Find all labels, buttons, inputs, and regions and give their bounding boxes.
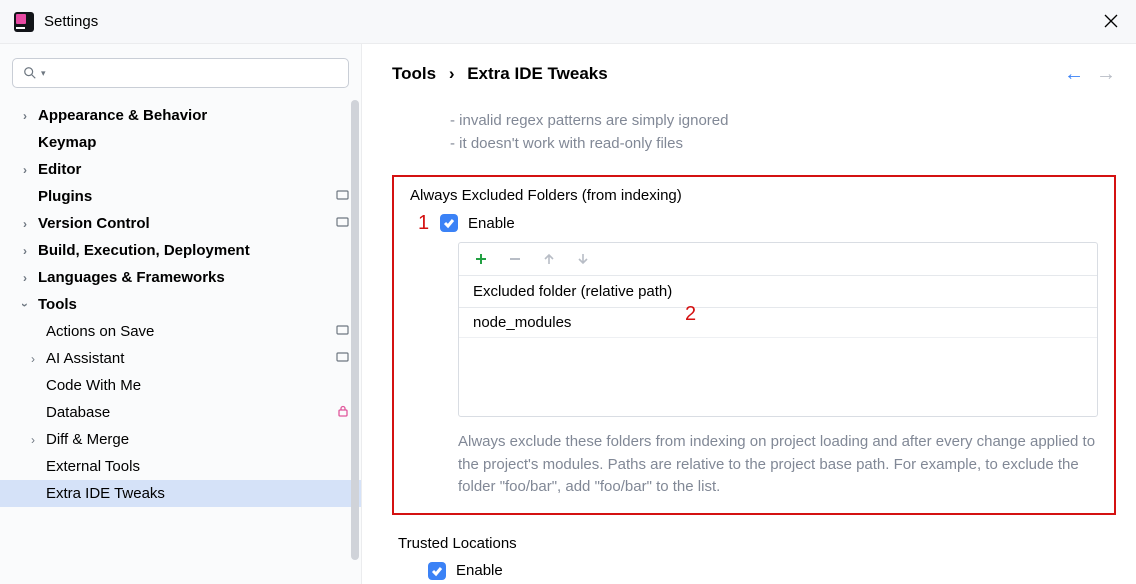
chevron-right-icon: › xyxy=(26,352,40,366)
sidebar-scrollbar[interactable] xyxy=(349,44,361,584)
move-up-button xyxy=(541,251,557,267)
table-row[interactable]: node_modules xyxy=(459,308,1097,338)
table-empty-area[interactable] xyxy=(459,338,1097,416)
sidebar-item-keymap[interactable]: Keymap xyxy=(0,129,361,156)
search-icon xyxy=(23,66,37,80)
help-text: Always exclude these folders from indexi… xyxy=(458,431,1098,499)
section-trusted-locations: Trusted Locations Enable xyxy=(392,535,1116,580)
settings-tree: ›Appearance & Behavior Keymap ›Editor Pl… xyxy=(0,98,361,507)
excluded-folders-table: Excluded folder (relative path) node_mod… xyxy=(458,242,1098,417)
sidebar-item-languages[interactable]: ›Languages & Frameworks xyxy=(0,264,361,291)
sidebar-item-build[interactable]: ›Build, Execution, Deployment xyxy=(0,237,361,264)
sidebar-item-actions-on-save[interactable]: Actions on Save xyxy=(0,318,361,345)
section-title: Always Excluded Folders (from indexing) xyxy=(410,187,1098,204)
chevron-down-icon: › xyxy=(18,298,32,312)
main-panel: Tools › Extra IDE Tweaks ← → - invalid r… xyxy=(362,44,1136,584)
breadcrumb-root[interactable]: Tools xyxy=(392,64,436,83)
window-title: Settings xyxy=(44,13,98,30)
add-button[interactable] xyxy=(473,251,489,267)
table-column-header: Excluded folder (relative path) xyxy=(459,276,1097,308)
chevron-right-icon: › xyxy=(18,244,32,258)
sidebar-item-plugins[interactable]: Plugins xyxy=(0,183,361,210)
sidebar: ▾ ›Appearance & Behavior Keymap ›Editor … xyxy=(0,44,362,584)
sidebar-item-editor[interactable]: ›Editor xyxy=(0,156,361,183)
breadcrumb-separator: › xyxy=(449,64,455,83)
chevron-right-icon: › xyxy=(26,433,40,447)
sidebar-item-code-with-me[interactable]: Code With Me xyxy=(0,372,361,399)
nav-back-icon[interactable]: ← xyxy=(1064,64,1084,84)
sidebar-item-extra-ide-tweaks[interactable]: Extra IDE Tweaks xyxy=(0,480,361,507)
project-tag-icon xyxy=(336,188,349,205)
sidebar-item-ai-assistant[interactable]: ›AI Assistant xyxy=(0,345,361,372)
project-tag-icon xyxy=(336,215,349,232)
chevron-right-icon: › xyxy=(18,271,32,285)
project-tag-icon xyxy=(336,323,349,340)
app-icon xyxy=(14,12,34,32)
enable-label: Enable xyxy=(468,215,515,232)
chevron-right-icon: › xyxy=(18,163,32,177)
close-icon[interactable] xyxy=(1100,9,1122,35)
search-dropdown-icon[interactable]: ▾ xyxy=(41,68,46,79)
scrollbar-thumb[interactable] xyxy=(351,100,359,560)
annotation-2: 2 xyxy=(685,303,696,326)
sidebar-item-database[interactable]: Database xyxy=(0,399,361,426)
search-input[interactable]: ▾ xyxy=(12,58,349,88)
project-tag-icon xyxy=(336,350,349,367)
titlebar: Settings xyxy=(0,0,1136,44)
enable-label: Enable xyxy=(456,562,503,579)
remove-button xyxy=(507,251,523,267)
hint-text: - invalid regex patterns are simply igno… xyxy=(450,110,1116,155)
breadcrumb-leaf: Extra IDE Tweaks xyxy=(467,64,607,83)
annotation-1: 1 xyxy=(418,212,429,235)
sidebar-item-diff-merge[interactable]: ›Diff & Merge xyxy=(0,426,361,453)
section-title: Trusted Locations xyxy=(398,535,1116,552)
enable-checkbox[interactable] xyxy=(440,214,458,232)
move-down-button xyxy=(575,251,591,267)
sidebar-item-appearance[interactable]: ›Appearance & Behavior xyxy=(0,102,361,129)
chevron-right-icon: › xyxy=(18,109,32,123)
breadcrumb: Tools › Extra IDE Tweaks xyxy=(392,64,608,84)
chevron-right-icon: › xyxy=(18,217,32,231)
nav-forward-icon: → xyxy=(1096,64,1116,84)
sidebar-item-external-tools[interactable]: External Tools xyxy=(0,453,361,480)
sidebar-item-version-control[interactable]: ›Version Control xyxy=(0,210,361,237)
enable-checkbox[interactable] xyxy=(428,562,446,580)
sidebar-item-tools[interactable]: ›Tools xyxy=(0,291,361,318)
lock-icon xyxy=(337,404,349,421)
search-field[interactable] xyxy=(50,65,338,81)
section-always-excluded: Always Excluded Folders (from indexing) … xyxy=(392,175,1116,515)
